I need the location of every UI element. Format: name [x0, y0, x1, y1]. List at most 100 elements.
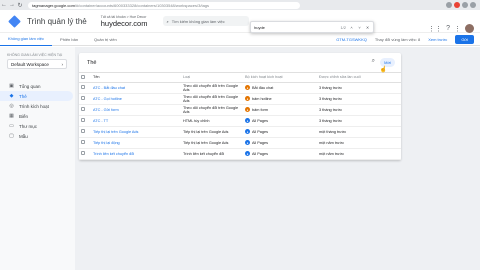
trigger-icon: ● [245, 129, 250, 134]
table-row[interactable]: Tiếp thị lại động Tiếp thị lại trên Googl… [79, 137, 401, 149]
tag-trigger[interactable]: ● All Pages [243, 126, 317, 138]
last-edited: một năm trước [317, 148, 401, 160]
workspace-name: Default Workspace [11, 61, 49, 67]
tag-name-link[interactable]: Tiếp thị lại động [91, 137, 181, 149]
address-bar[interactable]: tagmanager.google.com /#/container/accou… [28, 1, 300, 9]
tag-type: Theo dõi chuyển đổi trên Google Ads [181, 93, 243, 105]
column-header-name[interactable]: Tên [91, 73, 181, 83]
preview-button[interactable]: Xem trước [428, 37, 447, 42]
tab-versions[interactable]: Phiên bản [52, 33, 86, 46]
card-title: Thẻ [87, 59, 97, 66]
tag-trigger[interactable]: ● Bắt đầu chat [243, 82, 317, 94]
url-host: tagmanager.google.com [32, 2, 75, 8]
trigger-icon: ● [245, 107, 250, 112]
last-edited: 3 tháng trước [317, 93, 401, 105]
tag-name-link[interactable]: Tiếp thị lại trên Google Ads [91, 126, 181, 138]
folder-icon: ▭ [9, 123, 14, 129]
trigger-name: bấm form [252, 107, 269, 112]
container-selector[interactable]: Tất cả tài khoản > Hue Decor huydecor.co… [101, 15, 148, 28]
find-prev-button[interactable]: ˄ [349, 25, 354, 30]
sub-navigation: Không gian làm việc Phiên bản Quản trị v… [0, 33, 480, 46]
row-checkbox[interactable] [81, 151, 85, 155]
table-row[interactable]: ATC - Gửi form Theo dõi chuyển đổi trên G… [79, 104, 401, 116]
tag-type: Theo dõi chuyển đổi trên Google Ads [181, 104, 243, 116]
sidebar-item-folders[interactable]: ▭ Thư mục [0, 121, 75, 131]
container-name: huydecor.com [100, 18, 148, 28]
sidebar-item-label: Thư mục [19, 123, 38, 129]
trigger-icon: ● [245, 151, 250, 156]
tag-trigger[interactable]: ● All Pages [243, 137, 317, 149]
back-button[interactable]: ← [0, 1, 8, 9]
row-checkbox[interactable] [81, 107, 85, 111]
column-header-last-edited[interactable]: Được chỉnh sửa lần cuối [317, 73, 401, 83]
tag-trigger[interactable]: ● All Pages [243, 148, 317, 160]
trigger-name: bấm hotline [252, 96, 272, 101]
trigger-icon: ● [245, 96, 250, 101]
search-icon[interactable]: ⌕ [372, 58, 375, 65]
tag-name-link[interactable]: ATC - Bắt đầu chat [91, 82, 181, 94]
column-header-type[interactable]: Loại [181, 73, 243, 83]
find-next-button[interactable]: ˅ [357, 25, 362, 30]
find-in-page-bar: huyde 1/2 ˄ ˅ ✕ [250, 21, 374, 33]
main-content: Thẻ ⌕ Mới ☝ Tên Loại Bộ kích hoạt kích h… [75, 47, 480, 270]
avatar[interactable] [465, 24, 474, 33]
find-close-button[interactable]: ✕ [365, 25, 370, 30]
column-header-triggers[interactable]: Bộ kích hoạt kích hoạt [243, 73, 317, 83]
table-row[interactable]: ATC - Gọi hotline Theo dõi chuyển đổi trê… [79, 93, 401, 105]
workspace-search[interactable]: ⌕ Tìm kiếm không gian làm việc [163, 16, 250, 26]
row-checkbox[interactable] [81, 96, 85, 100]
table-row[interactable]: Trình liên kết chuyển đổi Trình liên kết … [79, 148, 401, 160]
tag-type: HTML tùy chỉnh [181, 115, 243, 127]
container-id[interactable]: GTM-TGSWKKQ [336, 37, 367, 42]
sidebar-nav: ▣ Tổng quan ◆ Thẻ ◎ Trình kích hoạt ▦ Bi… [0, 81, 75, 141]
table-row[interactable]: ATC - Bắt đầu chat Theo dõi chuyển đổi tr… [79, 82, 401, 94]
sidebar-item-label: Mẫu [19, 133, 28, 139]
trigger-name: Bắt đầu chat [252, 85, 274, 90]
trigger-icon: ● [245, 140, 250, 145]
tab-workspace[interactable]: Không gian làm việc [0, 33, 53, 46]
help-icon[interactable]: ? [446, 25, 450, 32]
sidebar-item-templates[interactable]: ▢ Mẫu [0, 131, 75, 141]
url-path: /#/container/accounts/6000333328/contain… [74, 2, 210, 8]
last-edited: 3 tháng trước [317, 104, 401, 116]
profile-icon[interactable] [470, 2, 476, 8]
reload-button[interactable]: ↻ [16, 1, 24, 9]
row-checkbox[interactable] [81, 85, 85, 89]
row-checkbox[interactable] [81, 118, 85, 122]
row-checkbox[interactable] [81, 140, 85, 144]
tag-name-link[interactable]: ATC - Gọi hotline [91, 93, 181, 105]
extension-icon[interactable] [446, 2, 452, 8]
tag-trigger[interactable]: ● bấm hotline [243, 93, 317, 105]
tag-trigger[interactable]: ● bấm form [243, 104, 317, 116]
tab-admin[interactable]: Quản trị viên [86, 33, 125, 46]
extension-icon[interactable] [462, 2, 468, 8]
row-checkbox[interactable] [81, 129, 85, 133]
sidebar-item-label: Thẻ [19, 93, 27, 99]
workspace-selector[interactable]: Default Workspace › [7, 59, 67, 69]
submit-button[interactable]: Gửi [455, 35, 474, 44]
tag-name-link[interactable]: Trình liên kết chuyển đổi [91, 148, 181, 160]
tag-name-link[interactable]: ATC - TT [91, 115, 181, 127]
sidebar-item-triggers[interactable]: ◎ Trình kích hoạt [0, 101, 75, 111]
tag-trigger[interactable]: ● All Pages [243, 115, 317, 127]
tag-name-link[interactable]: ATC - Gửi form [91, 104, 181, 116]
tag-type: Tiếp thị lại trên Google Ads [181, 137, 243, 149]
search-icon: ⌕ [166, 18, 169, 24]
table-row[interactable]: ATC - TT HTML tùy chỉnh ● All Pages 3 tháng … [79, 115, 401, 127]
card-header: Thẻ ⌕ Mới ☝ [79, 53, 401, 73]
sidebar-item-variables[interactable]: ▦ Biến [0, 111, 75, 121]
sidebar-item-label: Biến [19, 113, 29, 119]
forward-button[interactable]: → [8, 1, 16, 9]
workspace-changes: Thay đổi vùng làm việc: 8 [374, 37, 421, 42]
select-all-checkbox[interactable] [81, 74, 85, 79]
app-title: Trình quản lý thẻ [27, 16, 87, 26]
more-options-icon[interactable]: ⋮ [454, 25, 461, 33]
extension-icon[interactable] [454, 2, 460, 8]
table-row[interactable]: Tiếp thị lại trên Google Ads Tiếp thị lại… [79, 126, 401, 138]
sidebar-item-overview[interactable]: ▣ Tổng quan [0, 81, 75, 91]
sidebar-item-tags[interactable]: ◆ Thẻ [0, 91, 73, 101]
find-input[interactable]: huyde [254, 25, 337, 30]
apps-grid-icon[interactable]: ⋮⋮ [428, 25, 442, 33]
sidebar: KHÔNG GIAN LÀM VIỆC HIỆN TẠI Default Wor… [0, 47, 75, 270]
trigger-icon: ● [245, 118, 250, 123]
